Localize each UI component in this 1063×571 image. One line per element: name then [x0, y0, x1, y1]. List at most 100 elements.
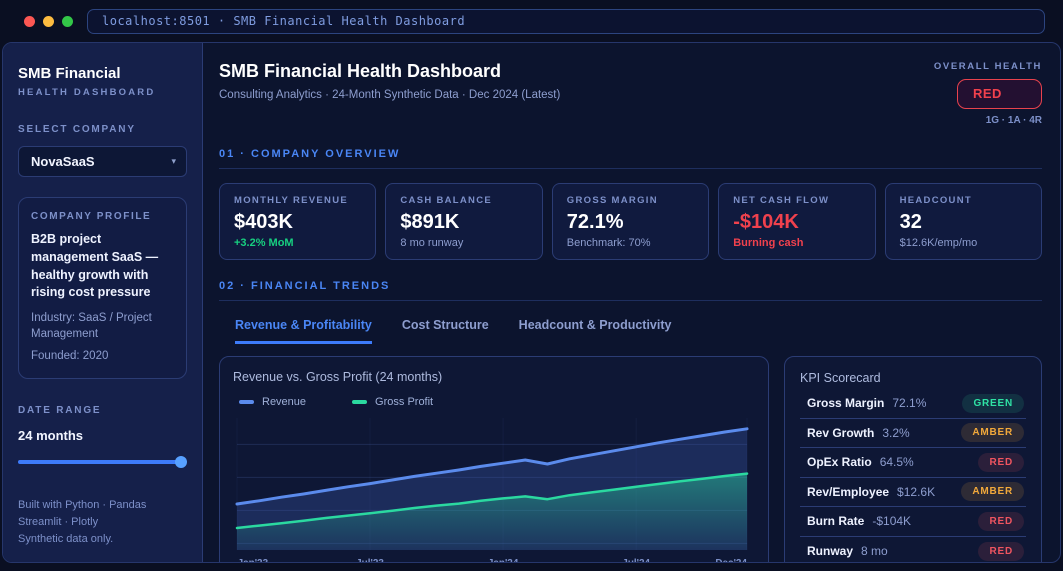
- slider-handle[interactable]: [175, 455, 187, 468]
- metric-label: HEADCOUNT: [899, 195, 972, 206]
- kpi-row-opex-ratio: OpEx Ratio 64.5% RED: [800, 448, 1026, 478]
- kpi-label: Rev/Employee: [807, 484, 890, 499]
- metric-delta: +3.2% MoM: [234, 237, 294, 249]
- svg-text:Jan'24: Jan'24: [488, 558, 519, 562]
- sidebar-footer: Built with Python · Pandas Streamlit · P…: [18, 497, 187, 548]
- svg-text:Jul'23: Jul'23: [356, 558, 384, 562]
- kpi-value: $12.6K: [897, 484, 936, 499]
- overall-health-badge: RED: [957, 79, 1042, 109]
- kpi-row-burn-rate: Burn Rate -$104K RED: [800, 507, 1026, 537]
- metric-delta: Burning cash: [733, 237, 804, 249]
- kpi-value: -$104K: [872, 514, 912, 529]
- browser-chrome: localhost:8501 · SMB Financial Health Da…: [0, 0, 1063, 42]
- company-select[interactable]: NovaSaaS ▾: [18, 146, 187, 177]
- page-title: SMB Financial Health Dashboard: [219, 61, 502, 81]
- metric-card-gross-margin: GROSS MARGIN 72.1% Benchmark: 70%: [551, 183, 710, 260]
- kpi-value: 8 mo: [861, 544, 888, 559]
- kpi-value: 64.5%: [879, 455, 914, 470]
- date-range-value: 24 months: [18, 427, 84, 443]
- trend-tabs: Revenue & Profitability Cost Structure H…: [219, 318, 1042, 344]
- metric-value: $403K: [234, 211, 293, 233]
- svg-text:Jul'24: Jul'24: [622, 558, 650, 562]
- legend-label: Revenue: [262, 396, 307, 408]
- kpi-value: 3.2%: [882, 425, 910, 440]
- status-badge: RED: [978, 511, 1024, 531]
- chart-legend: Revenue Gross Profit: [239, 396, 755, 408]
- kpi-label: Gross Margin: [807, 396, 885, 411]
- chevron-down-icon: ▾: [171, 156, 176, 166]
- section-financial-trends: 02 · FINANCIAL TRENDS: [219, 280, 1042, 301]
- window-zoom-button[interactable]: [62, 15, 73, 27]
- status-badge: AMBER: [961, 423, 1024, 443]
- main-content: SMB Financial Health Dashboard Consultin…: [203, 43, 1060, 562]
- kpi-scorecard-title: KPI Scorecard: [800, 371, 881, 385]
- svg-text:Jan'23: Jan'23: [238, 558, 269, 562]
- company-profile-industry: Industry: SaaS / Project Management: [31, 312, 152, 340]
- overall-health-block: OVERALL HEALTH RED 1G · 1A · 4R: [934, 61, 1042, 126]
- page: localhost:8501 · SMB Financial Health Da…: [0, 0, 1063, 571]
- footer-line: Built with Python · Pandas: [18, 498, 147, 511]
- tab-cost-structure[interactable]: Cost Structure: [402, 318, 489, 344]
- kpi-row-runway: Runway 8 mo RED: [800, 537, 1026, 563]
- status-badge: RED: [978, 541, 1024, 561]
- kpi-scorecard: KPI Scorecard Gross Margin 72.1% GREEN R…: [784, 356, 1042, 562]
- sidebar: SMB Financial HEALTH DASHBOARD SELECT CO…: [3, 43, 203, 562]
- kpi-row-rev-growth: Rev Growth 3.2% AMBER: [800, 419, 1026, 448]
- health-summary-counts: 1G · 1A · 4R: [985, 115, 1042, 126]
- kpi-label: Rev Growth: [807, 425, 875, 440]
- section-company-overview: 01 · COMPANY OVERVIEW: [219, 148, 1042, 169]
- metric-delta: Benchmark: 70%: [566, 237, 651, 249]
- metric-card-net-cash-flow: NET CASH FLOW -$104K Burning cash: [718, 183, 876, 260]
- kpi-label: Runway: [807, 544, 854, 559]
- svg-text:Dec'24: Dec'24: [715, 558, 747, 562]
- metric-value: $891K: [400, 211, 460, 233]
- metric-value: 32: [899, 211, 922, 233]
- legend-label: Gross Profit: [375, 396, 434, 408]
- app-window: SMB Financial HEALTH DASHBOARD SELECT CO…: [2, 42, 1061, 563]
- trend-line-chart: Jan'23 Jul'23 Jan'24 Jul'24 Dec'24: [235, 418, 749, 562]
- legend-item-gross-profit[interactable]: Gross Profit: [352, 396, 433, 408]
- tab-revenue-profitability[interactable]: Revenue & Profitability: [235, 318, 372, 344]
- date-range-slider[interactable]: [18, 455, 187, 468]
- metric-delta: $12.6K/emp/mo: [899, 237, 978, 249]
- window-close-button[interactable]: [24, 15, 35, 27]
- metric-label: MONTHLY REVENUE: [234, 195, 348, 206]
- metric-card-cash-balance: CASH BALANCE $891K 8 mo runway: [385, 183, 543, 260]
- kpi-row-rev-employee: Rev/Employee $12.6K AMBER: [800, 478, 1026, 507]
- select-company-label: SELECT COMPANY: [18, 124, 136, 135]
- status-badge: RED: [978, 452, 1024, 472]
- company-profile-description: B2B project management SaaS — healthy gr…: [31, 232, 159, 300]
- metric-delta: 8 mo runway: [400, 237, 464, 249]
- metric-label: CASH BALANCE: [400, 195, 492, 206]
- kpi-row-gross-margin: Gross Margin 72.1% GREEN: [800, 389, 1026, 419]
- company-profile-card: COMPANY PROFILE B2B project management S…: [18, 197, 187, 379]
- window-minimize-button[interactable]: [43, 15, 54, 27]
- gross-profit-swatch-icon: [352, 400, 368, 404]
- chart-title: Revenue vs. Gross Profit (24 months): [233, 370, 443, 384]
- company-profile-founded: Founded: 2020: [31, 350, 109, 363]
- metric-label: NET CASH FLOW: [733, 195, 830, 206]
- tab-headcount-productivity[interactable]: Headcount & Productivity: [519, 318, 672, 344]
- kpi-value: 72.1%: [892, 396, 927, 411]
- trend-content-row: Revenue vs. Gross Profit (24 months) Rev…: [219, 356, 1042, 562]
- url-bar[interactable]: localhost:8501 · SMB Financial Health Da…: [87, 8, 1045, 34]
- window-controls: [24, 15, 73, 27]
- footer-line: Synthetic data only.: [18, 532, 114, 545]
- legend-item-revenue[interactable]: Revenue: [239, 396, 306, 408]
- kpi-label: Burn Rate: [807, 514, 865, 529]
- metric-card-row: MONTHLY REVENUE $403K +3.2% MoM CASH BAL…: [219, 183, 1042, 260]
- company-profile-heading: COMPANY PROFILE: [31, 211, 152, 222]
- metric-label: GROSS MARGIN: [566, 195, 658, 206]
- revenue-chart-card: Revenue vs. Gross Profit (24 months) Rev…: [219, 356, 769, 562]
- main-header: SMB Financial Health Dashboard Consultin…: [219, 61, 1042, 126]
- status-badge: AMBER: [961, 482, 1024, 502]
- status-badge: GREEN: [962, 393, 1024, 413]
- kpi-label: OpEx Ratio: [807, 455, 872, 470]
- metric-value: -$104K: [733, 211, 799, 233]
- title-block: SMB Financial Health Dashboard Consultin…: [219, 61, 560, 101]
- metric-value: 72.1%: [566, 211, 624, 233]
- date-range-label: DATE RANGE: [18, 404, 102, 416]
- slider-track[interactable]: [18, 459, 185, 464]
- page-subtitle: Consulting Analytics · 24-Month Syntheti…: [219, 89, 561, 101]
- revenue-swatch-icon: [239, 400, 254, 404]
